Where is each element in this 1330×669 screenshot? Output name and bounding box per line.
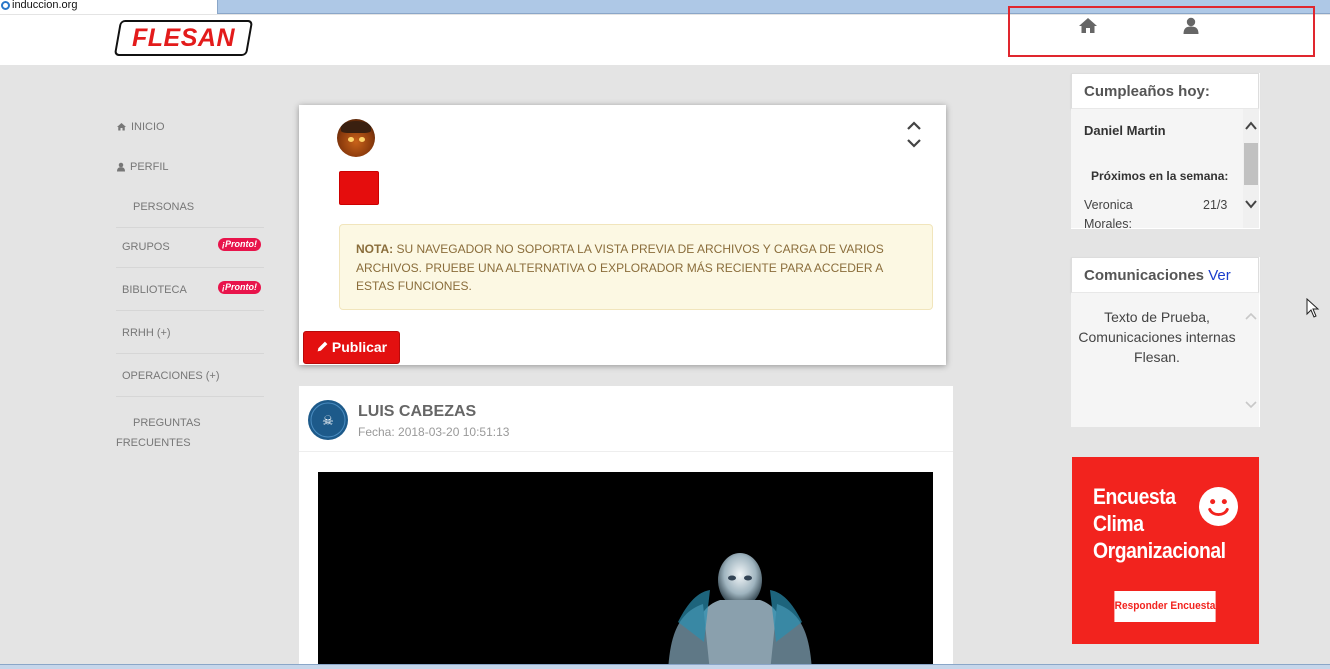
coming-soon-badge: ¡Pronto!: [218, 238, 261, 251]
communications-widget: Comunicaciones Ver Texto de Prueba, Comu…: [1071, 257, 1260, 427]
browser-notice: NOTA: SU NAVEGADOR NO SOPORTA LA VISTA P…: [339, 224, 933, 310]
sidebar-item-preguntas-frecuentes[interactable]: PREGUNTAS FRECUENTES: [116, 413, 226, 453]
birthday-today-name: Daniel Martin: [1084, 123, 1166, 138]
home-icon: [117, 123, 126, 131]
sidebar-item-label: BIBLIOTECA: [122, 284, 187, 296]
attachment-button[interactable]: [339, 171, 379, 205]
communications-title: Comunicaciones: [1084, 267, 1205, 284]
nav-divider: [116, 227, 264, 228]
post-date: Fecha: 2018-03-20 10:51:13: [358, 425, 510, 439]
publish-button[interactable]: Publicar: [303, 331, 400, 364]
sidebar-item-label: INICIO: [131, 121, 165, 133]
upcoming-name: Veronica Morales:: [1084, 198, 1133, 228]
upcoming-title: Próximos en la semana:: [1091, 169, 1229, 183]
birthdays-scrollbar[interactable]: [1243, 109, 1259, 228]
birthdays-body: Daniel Martin Próximos en la semana: Ver…: [1071, 109, 1259, 228]
author-avatar[interactable]: ☠: [308, 400, 348, 440]
coming-soon-badge: ¡Pronto!: [218, 281, 261, 294]
communications-link[interactable]: Ver: [1208, 267, 1231, 284]
header-icons-highlight: [1008, 6, 1315, 57]
mouse-cursor-icon: [1306, 298, 1320, 318]
browser-tab-title: induccion.org: [12, 0, 78, 11]
sidebar-item-label: GRUPOS: [122, 241, 170, 253]
svg-text:☠: ☠: [322, 414, 334, 429]
scroll-arrows-icon[interactable]: [904, 119, 924, 151]
nav-divider: [116, 267, 264, 268]
sidebar-item-biblioteca[interactable]: BIBLIOTECA: [122, 284, 187, 296]
flesan-logo[interactable]: FLESAN: [113, 20, 254, 56]
birthdays-widget: Cumpleaños hoy: Daniel Martin Próximos e…: [1071, 73, 1260, 229]
communications-body: Texto de Prueba, Comunicaciones internas…: [1071, 293, 1259, 427]
sidebar-item-operaciones[interactable]: OPERACIONES (+): [122, 370, 220, 382]
home-icon[interactable]: [1078, 16, 1098, 36]
post-image[interactable]: [318, 472, 933, 669]
user-avatar: [337, 119, 375, 157]
sidebar-item-label: PREGUNTAS FRECUENTES: [116, 417, 201, 449]
sidebar-item-label: RRHH (+): [122, 327, 171, 339]
sidebar-item-label: PERSONAS: [133, 201, 195, 213]
upcoming-date: 21/3: [1203, 198, 1228, 212]
post-divider: [299, 451, 953, 452]
communications-text: Texto de Prueba, Comunicaciones internas…: [1078, 309, 1236, 365]
post-author[interactable]: LUIS CABEZAS: [358, 403, 476, 421]
user-icon[interactable]: [1181, 16, 1201, 36]
internet-explorer-icon: [1, 1, 10, 10]
pencil-icon: [317, 341, 328, 352]
sidebar-item-label: OPERACIONES (+): [122, 370, 220, 382]
post-composer: NOTA: SU NAVEGADOR NO SOPORTA LA VISTA P…: [299, 105, 946, 365]
birthdays-title: Cumpleaños hoy:: [1071, 73, 1259, 109]
logo-text: FLESAN: [132, 24, 235, 52]
sidebar-item-perfil[interactable]: PERFIL: [116, 161, 169, 173]
communications-header: Comunicaciones Ver: [1071, 257, 1259, 293]
publish-label: Publicar: [331, 339, 388, 355]
nav-divider: [116, 310, 264, 311]
answer-survey-button[interactable]: Responder Encuesta: [1114, 591, 1216, 622]
smiley-icon: [1199, 487, 1238, 526]
site-header: FLESAN: [0, 6, 1330, 65]
user-icon: [117, 162, 125, 172]
sidebar-item-rrhh[interactable]: RRHH (+): [122, 327, 171, 339]
feed-post: ☠ LUIS CABEZAS Fecha: 2018-03-20 10:51:1…: [299, 386, 953, 669]
browser-tab[interactable]: induccion.org: [0, 0, 218, 14]
nav-divider: [116, 396, 264, 397]
notice-text: SU NAVEGADOR NO SOPORTA LA VISTA PREVIA …: [356, 242, 884, 293]
taskbar: [0, 664, 1330, 669]
survey-banner[interactable]: Encuesta Clima Organizacional Responder …: [1072, 457, 1259, 644]
communications-scrollbar[interactable]: [1243, 293, 1259, 427]
notice-label: NOTA:: [356, 242, 394, 256]
sidebar-item-inicio[interactable]: INICIO: [116, 121, 165, 133]
sidebar-item-grupos[interactable]: GRUPOS: [122, 241, 170, 253]
nav-divider: [116, 353, 264, 354]
sidebar-item-label: PERFIL: [130, 161, 169, 173]
sidebar-item-personas[interactable]: PERSONAS: [133, 201, 194, 213]
